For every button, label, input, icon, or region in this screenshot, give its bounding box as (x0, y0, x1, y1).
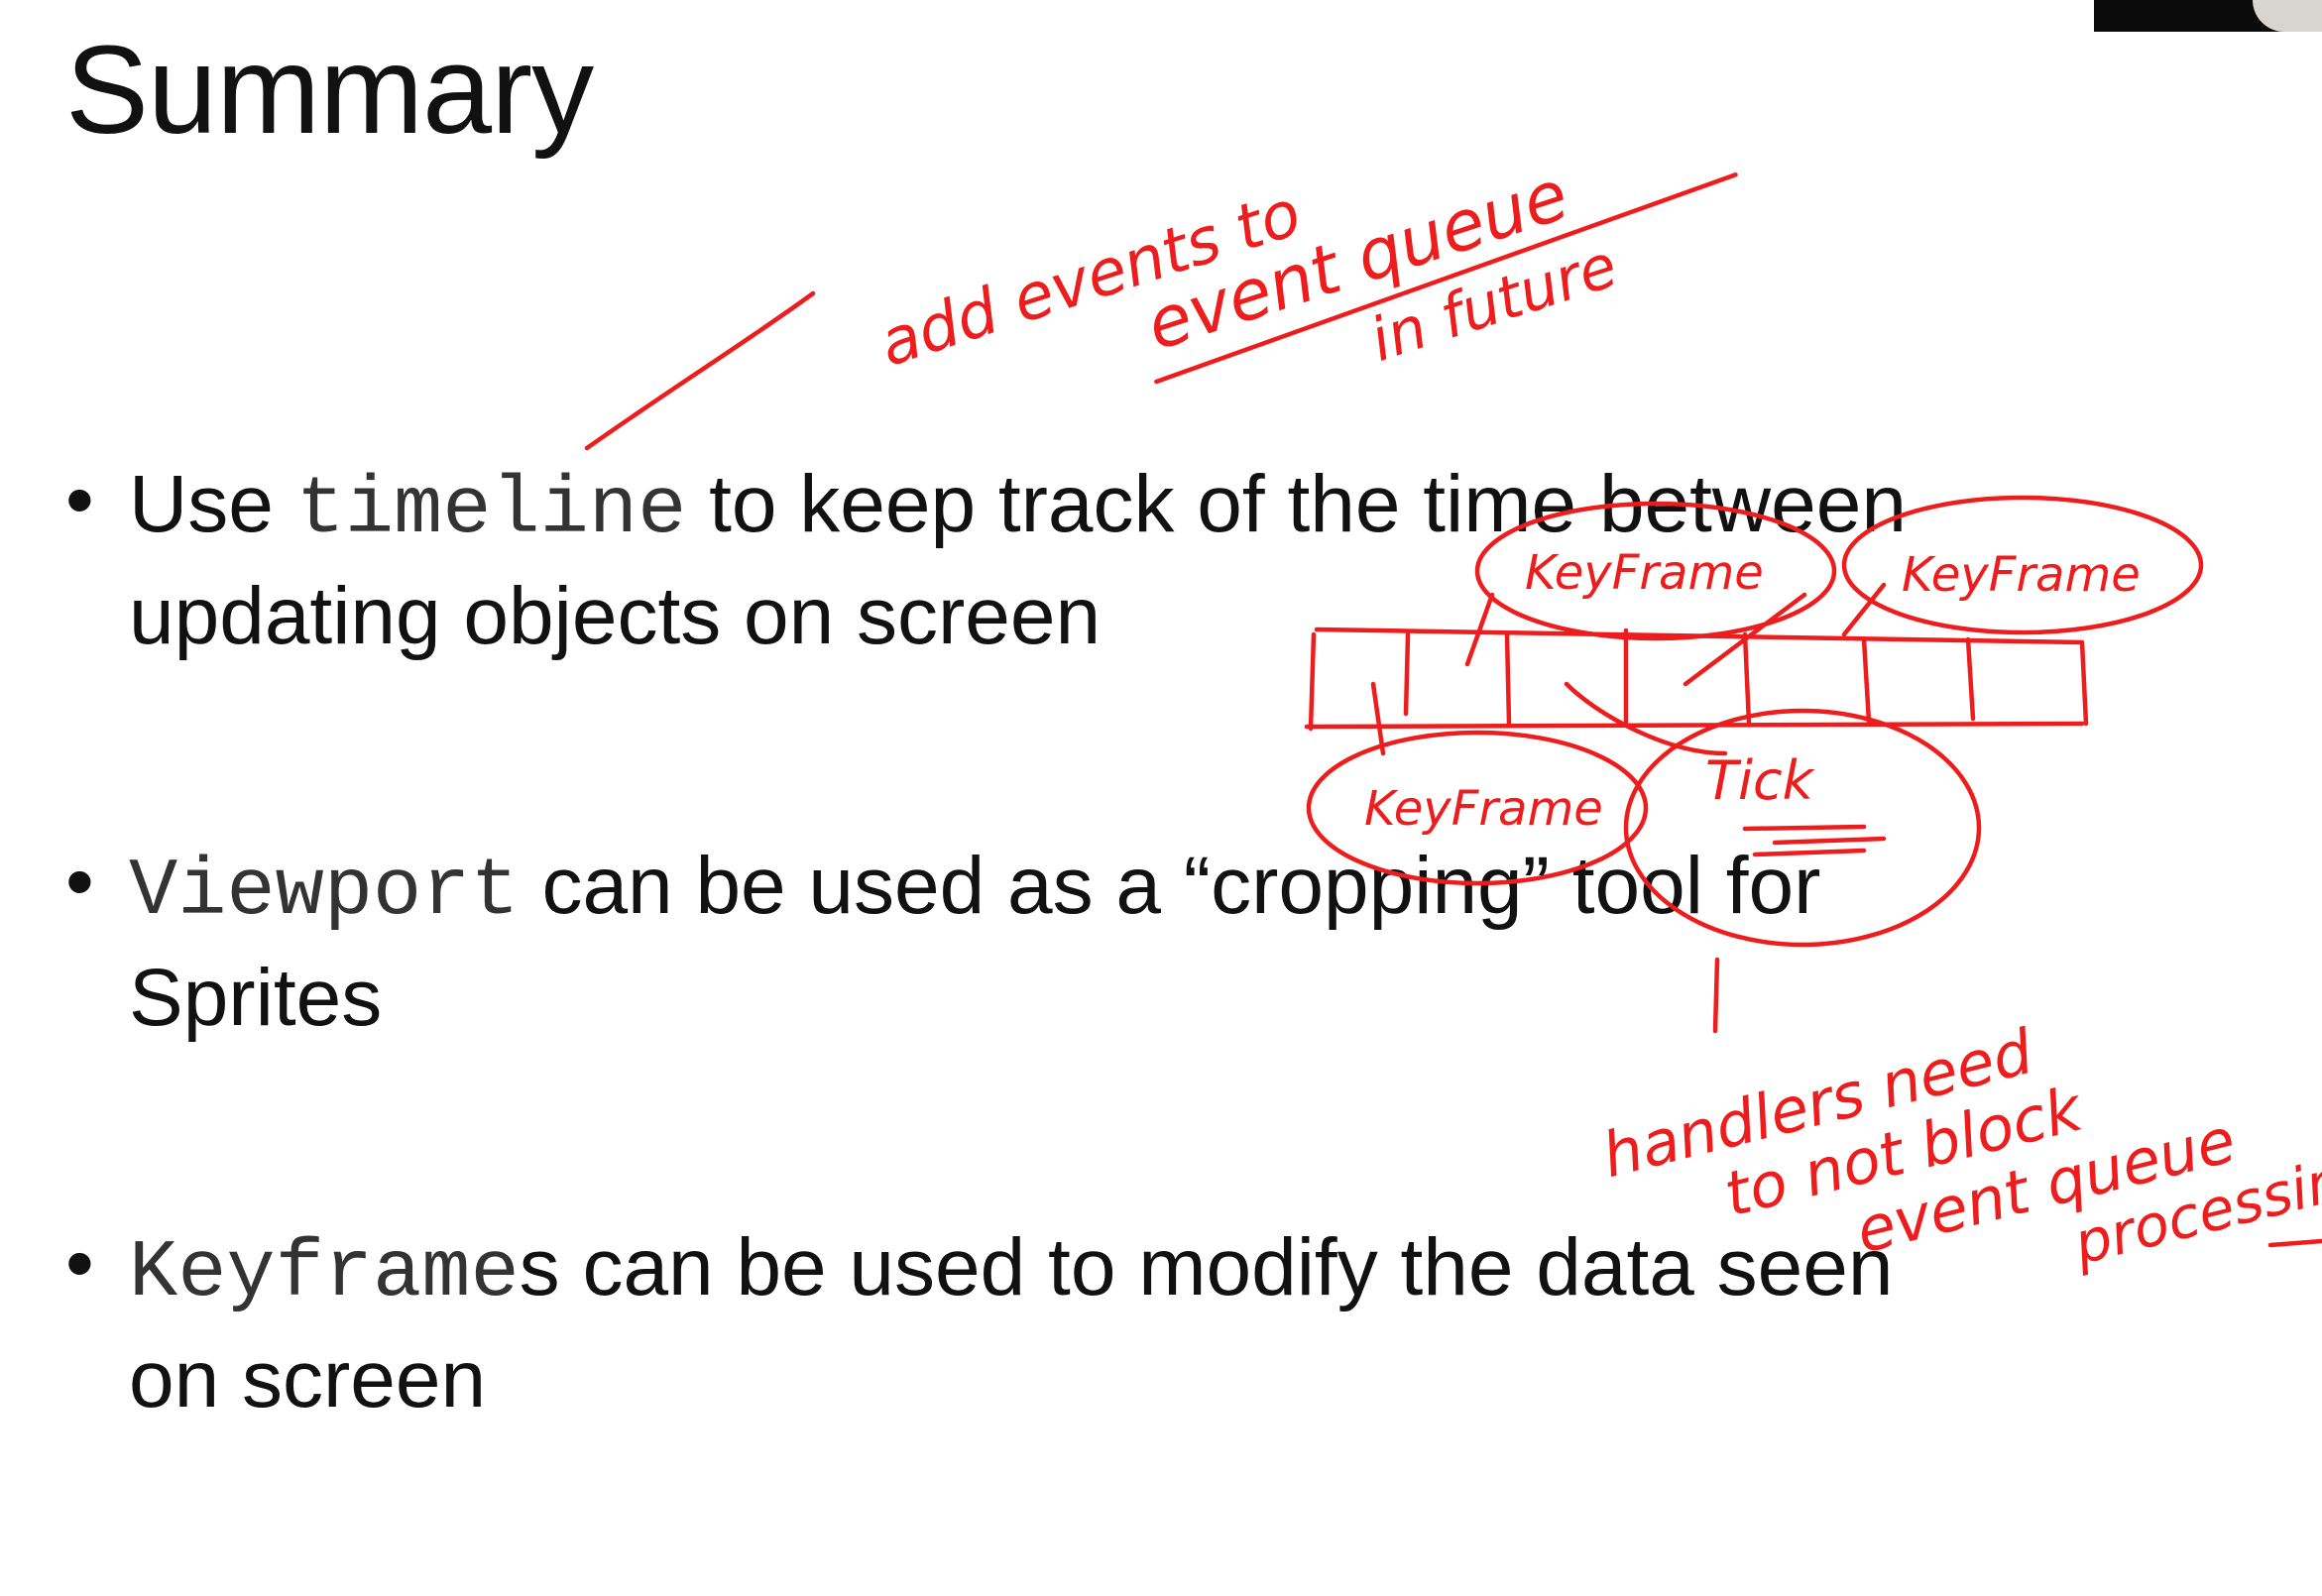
code-term: timeline (295, 464, 687, 556)
bullet-text-line2: Sprites (129, 953, 383, 1043)
slide: Summary • Use timeline to keep track of … (0, 0, 2322, 1538)
slide-title: Summary (65, 20, 594, 160)
bullet-marker: • (65, 837, 94, 927)
bullet-marker: • (65, 1218, 94, 1309)
pointer-stroke (584, 290, 816, 451)
webcam-thumbnail (2094, 0, 2322, 32)
margin-stroke (2267, 1238, 2322, 1248)
bullet-lead-text: Use (129, 459, 296, 549)
code-term: Keyframe (129, 1227, 520, 1319)
note-top-line2: event queue (1137, 154, 1578, 366)
underline-stroke (1154, 172, 1738, 385)
note-top-line1: add events to (871, 176, 1310, 382)
bullet-marker: • (65, 455, 94, 545)
bullet-item: • Keyframes can be used to modify the da… (65, 1214, 2148, 1432)
bullet-text-line1: to keep track of the time between (686, 459, 1907, 549)
note-top-line3: in future (1362, 231, 1625, 376)
bullet-text-line2: updating objects on screen (129, 571, 1102, 661)
presenter-face (2253, 0, 2322, 32)
bullet-item: • Viewport can be used as a “cropping” t… (65, 833, 2148, 1051)
code-term: Viewport (129, 846, 520, 938)
bullet-item: • Use timeline to keep track of the time… (65, 451, 2148, 669)
bullet-text-line2: on screen (129, 1334, 487, 1425)
bullet-text-line1: can be used as a “cropping” tool for (519, 841, 1821, 931)
bullet-list: • Use timeline to keep track of the time… (65, 451, 2148, 1596)
bullet-text-line1: s can be used to modify the data seen (519, 1222, 1894, 1312)
